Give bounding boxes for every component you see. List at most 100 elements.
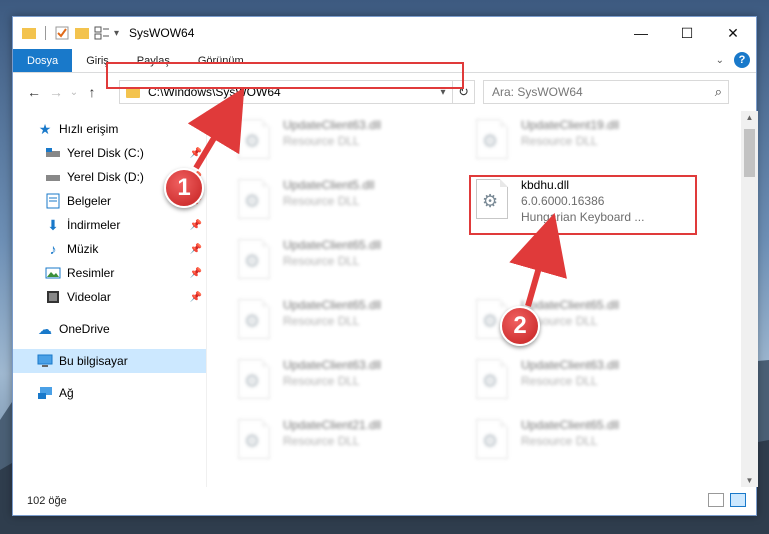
details-view-icon[interactable] [708, 493, 724, 507]
list-item[interactable]: ⚙ UpdateClient19.dll Resource DLL [473, 117, 703, 173]
file-highlight [469, 175, 697, 235]
search-input[interactable]: Ara: SysWOW64 ⌕ [483, 80, 729, 104]
star-icon: ★ [38, 120, 52, 137]
network-icon [37, 385, 53, 401]
sidebar-item-label: Hızlı erişim [59, 122, 119, 136]
window-title: SysWOW64 [129, 26, 195, 40]
item-count: 102 öğe [27, 495, 67, 507]
file-type: Resource DLL [521, 434, 598, 448]
cloud-icon: ☁ [38, 320, 52, 337]
scroll-thumb[interactable] [744, 129, 755, 177]
sidebar-item-quick-access[interactable]: ★ Hızlı erişim [13, 117, 206, 141]
file-list: ⚙ UpdateClient63.dll Resource DLL ⚙ Updat… [207, 111, 741, 487]
drive-icon [45, 145, 61, 161]
explorer-window: ▾ SysWOW64 — ☐ ✕ Dosya Giriş Paylaş Görü… [12, 16, 758, 516]
gear-icon: ⚙ [244, 311, 261, 331]
list-item[interactable]: ⚙ UpdateClient63.dll Resource DLL [473, 357, 703, 413]
file-name: UpdateClient5.dll [283, 178, 375, 192]
drive-icon [45, 169, 61, 185]
file-type: Resource DLL [283, 434, 360, 448]
download-icon: ⬇ [47, 216, 59, 233]
gear-icon: ⚙ [482, 371, 499, 391]
folder-icon [21, 25, 37, 41]
file-name: UpdateClient65.dll [283, 298, 382, 312]
sidebar-item-label: Belgeler [67, 194, 112, 208]
file-name: UpdateClient63.dll [283, 358, 382, 372]
gear-icon: ⚙ [482, 431, 499, 451]
list-item[interactable]: ⚙ UpdateClient65.dll Resource DLL [235, 237, 465, 293]
search-icon: ⌕ [714, 84, 722, 99]
sidebar-item-music[interactable]: ♪ Müzik 📌 [13, 237, 206, 261]
pin-icon[interactable]: 📌 [190, 244, 202, 255]
properties-icon[interactable] [54, 25, 70, 41]
file-type: Resource DLL [521, 134, 598, 148]
expand-ribbon-icon[interactable]: ⌄ [716, 55, 724, 66]
computer-icon [37, 353, 53, 369]
new-folder-icon[interactable] [74, 25, 90, 41]
file-type: Resource DLL [283, 194, 360, 208]
tab-dosya[interactable]: Dosya [13, 49, 73, 72]
help-icon[interactable]: ? [734, 52, 750, 68]
customize-toolbar-icon[interactable]: ▾ [114, 28, 119, 39]
pin-icon[interactable]: 📌 [190, 268, 202, 279]
gear-icon: ⚙ [482, 311, 499, 331]
gear-icon: ⚙ [244, 371, 261, 391]
sidebar-item-onedrive[interactable]: ☁ OneDrive [13, 317, 206, 341]
view-options-icon[interactable] [94, 25, 110, 41]
list-item[interactable]: ⚙ UpdateClient63.dll Resource DLL [235, 117, 465, 173]
recent-locations-button[interactable]: ⌄ [67, 87, 81, 98]
gear-icon: ⚙ [244, 131, 261, 151]
sidebar-item-this-pc[interactable]: Bu bilgisayar [13, 349, 206, 373]
list-item[interactable]: ⚙ UpdateClient5.dll Resource DLL [235, 177, 465, 233]
file-type: Resource DLL [283, 374, 360, 388]
tiles-view-icon[interactable] [730, 493, 746, 507]
videos-icon [45, 289, 61, 305]
minimize-button[interactable]: — [618, 17, 664, 49]
sidebar-item-disk-c[interactable]: Yerel Disk (C:) 📌 [13, 141, 206, 165]
gear-icon: ⚙ [244, 251, 261, 271]
sidebar-item-downloads[interactable]: ⬇ İndirmeler 📌 [13, 213, 206, 237]
maximize-button[interactable]: ☐ [664, 17, 710, 49]
file-type: Resource DLL [283, 254, 360, 268]
documents-icon [45, 193, 61, 209]
gear-icon: ⚙ [244, 191, 261, 211]
file-name: UpdateClient65.dll [283, 238, 382, 252]
file-name: UpdateClient21.dll [283, 418, 382, 432]
list-item[interactable]: ⚙ UpdateClient65.dll Resource DLL [235, 297, 465, 353]
quick-access-toolbar: ▾ [13, 25, 119, 41]
sidebar-item-label: Videolar [67, 290, 111, 304]
step-1-badge: 1 [164, 168, 204, 208]
music-icon: ♪ [49, 241, 57, 257]
close-button[interactable]: ✕ [710, 17, 756, 49]
list-item[interactable]: ⚙ UpdateClient21.dll Resource DLL [235, 417, 465, 473]
sidebar-item-label: Ağ [59, 386, 74, 400]
file-type: Resource DLL [283, 134, 360, 148]
up-button[interactable]: ↑ [81, 84, 103, 100]
file-name: UpdateClient63.dll [521, 358, 620, 372]
scroll-down-icon[interactable]: ▼ [741, 476, 758, 485]
step-2-badge: 2 [500, 306, 540, 346]
scroll-up-icon[interactable]: ▲ [741, 113, 758, 122]
sidebar-item-network[interactable]: Ağ [13, 381, 206, 405]
sidebar-item-label: Müzik [67, 242, 99, 256]
gear-icon: ⚙ [244, 431, 261, 451]
file-type: Resource DLL [283, 314, 360, 328]
pin-icon[interactable]: 📌 [190, 220, 202, 231]
search-placeholder: Ara: SysWOW64 [492, 85, 583, 99]
forward-button[interactable]: → [45, 84, 67, 100]
file-name: UpdateClient65.dll [521, 298, 620, 312]
sidebar-item-label: OneDrive [59, 322, 110, 336]
list-item[interactable]: ⚙ UpdateClient65.dll Resource DLL [473, 417, 703, 473]
status-bar: 102 öğe [13, 487, 758, 515]
list-item[interactable]: ⚙ UpdateClient63.dll Resource DLL [235, 357, 465, 413]
pin-icon[interactable]: 📌 [190, 148, 202, 159]
vertical-scrollbar[interactable]: ▲ ▼ [741, 111, 758, 487]
back-button[interactable]: ← [23, 84, 45, 100]
pictures-icon [45, 265, 61, 281]
sidebar-item-label: Bu bilgisayar [59, 354, 128, 368]
sidebar-item-videos[interactable]: Videolar 📌 [13, 285, 206, 309]
pin-icon[interactable]: 📌 [190, 292, 202, 303]
sidebar-item-pictures[interactable]: Resimler 📌 [13, 261, 206, 285]
title-bar: ▾ SysWOW64 — ☐ ✕ [13, 17, 756, 49]
gear-icon: ⚙ [482, 131, 499, 151]
